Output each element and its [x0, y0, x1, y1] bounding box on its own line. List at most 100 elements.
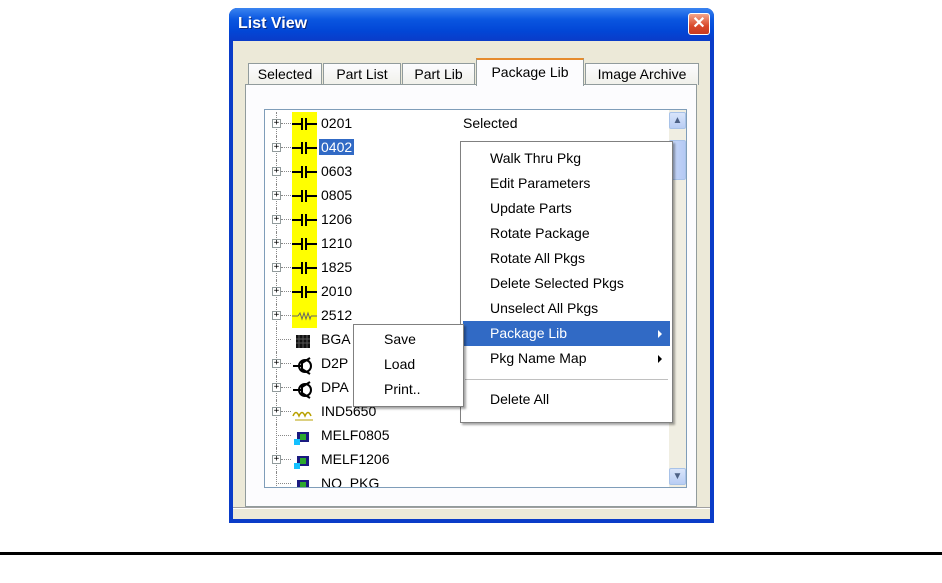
tree-line: [276, 472, 277, 487]
tree-line: [281, 363, 291, 364]
menu-item[interactable]: Edit Parameters: [463, 171, 670, 196]
tree-line: [281, 291, 291, 292]
tree-line: [281, 195, 291, 196]
tree-row[interactable]: + MELF1206: [265, 448, 665, 472]
submenu-arrow-icon: [658, 330, 662, 338]
capacitor-icon: [292, 136, 317, 160]
capacitor-icon: [292, 112, 317, 136]
context-menu: Walk Thru Pkg Edit Parameters Update Parts…: [460, 141, 673, 423]
tree-row[interactable]: NO_PKG: [265, 472, 665, 488]
submenu-item[interactable]: Print..: [356, 377, 461, 402]
expand-icon[interactable]: +: [272, 455, 281, 464]
tree-line: [276, 339, 291, 340]
menu-item[interactable]: Walk Thru Pkg: [463, 146, 670, 171]
tab-image-archive[interactable]: Image Archive: [585, 63, 699, 85]
expand-icon[interactable]: +: [272, 119, 281, 128]
tree-line: [281, 387, 291, 388]
menu-item[interactable]: Rotate All Pkgs: [463, 246, 670, 271]
resistor-icon: [292, 304, 317, 328]
tree-line: [281, 171, 291, 172]
close-button[interactable]: ✕: [688, 13, 710, 35]
submenu-item-label: Save: [384, 331, 416, 347]
tree-row-label: NO_PKG: [321, 475, 380, 488]
close-icon: ✕: [692, 15, 706, 32]
tree-line: [276, 483, 291, 484]
tree-row-label: 1206: [321, 211, 353, 227]
menu-item[interactable]: Update Parts: [463, 196, 670, 221]
tree-line: [281, 219, 291, 220]
expand-icon[interactable]: +: [272, 287, 281, 296]
menu-item-label: Update Parts: [490, 200, 572, 216]
expand-icon[interactable]: +: [272, 359, 281, 368]
menu-item-label: Package Lib: [490, 325, 568, 341]
tree-row-label: 0603: [321, 163, 353, 179]
menu-item-label: Rotate Package: [490, 225, 590, 241]
capacitor-icon: [292, 184, 317, 208]
capacitor-icon: [292, 232, 317, 256]
tree-row-label: MELF0805: [321, 427, 390, 443]
tree-row-label: 0201: [321, 115, 353, 131]
transistor-icon: [291, 354, 315, 375]
scroll-up-button[interactable]: ▲: [669, 112, 686, 129]
submenu-item[interactable]: Load: [356, 352, 461, 377]
window-title: List View: [238, 15, 308, 32]
tree-line: [281, 147, 291, 148]
menu-item[interactable]: Package Lib: [463, 321, 670, 346]
expand-icon[interactable]: +: [272, 383, 281, 392]
menu-separator: [465, 379, 668, 380]
tab-part-lib[interactable]: Part Lib: [402, 63, 475, 85]
capacitor-icon: [292, 256, 317, 280]
arrow-down-icon: ▼: [672, 471, 683, 482]
expand-icon[interactable]: +: [272, 263, 281, 272]
melf-icon: [291, 426, 315, 446]
capacitor-icon: [292, 208, 317, 232]
bottom-rule: [0, 552, 942, 555]
submenu-arrow-icon: [658, 355, 662, 363]
tab-part-list[interactable]: Part List: [323, 63, 401, 85]
tree-row-label: 0805: [321, 187, 353, 203]
menu-item[interactable]: Pkg Name Map: [463, 346, 670, 371]
inductor-icon: [291, 402, 315, 422]
tab-label: Part Lib: [414, 66, 463, 82]
menu-item[interactable]: Delete All: [463, 387, 670, 412]
expand-icon[interactable]: +: [272, 239, 281, 248]
expand-icon[interactable]: +: [272, 167, 281, 176]
tree-row-label: D2P: [321, 355, 349, 371]
tab-package-lib[interactable]: Package Lib: [476, 58, 584, 86]
tab-label: Selected: [257, 66, 313, 82]
tab-label: Image Archive: [597, 66, 687, 82]
tree-row-label: DPA: [321, 379, 349, 395]
melf-icon: [291, 450, 315, 470]
submenu-item-label: Load: [384, 356, 416, 372]
tree-line: [281, 411, 291, 412]
client-divider-highlight: [233, 508, 710, 509]
expand-icon[interactable]: +: [272, 407, 281, 416]
tab-label: Package Lib: [491, 64, 569, 80]
submenu-item[interactable]: Save: [356, 327, 461, 352]
tree-row[interactable]: MELF0805: [265, 424, 665, 448]
tree-row[interactable]: +0201: [265, 112, 665, 136]
capacitor-icon: [292, 160, 317, 184]
menu-item[interactable]: Delete Selected Pkgs: [463, 271, 670, 296]
scroll-down-button[interactable]: ▼: [669, 468, 686, 485]
expand-icon[interactable]: +: [272, 311, 281, 320]
menu-item[interactable]: Rotate Package: [463, 221, 670, 246]
tab-selected[interactable]: Selected: [248, 63, 322, 85]
expand-icon[interactable]: +: [272, 143, 281, 152]
tree-line: [276, 435, 291, 436]
menu-item[interactable]: Unselect All Pkgs: [463, 296, 670, 321]
expand-icon[interactable]: +: [272, 191, 281, 200]
menu-item-label: Walk Thru Pkg: [490, 150, 582, 166]
menu-item-label: Unselect All Pkgs: [490, 300, 599, 316]
title-bar[interactable]: List View ✕: [229, 8, 714, 41]
tree-line: [281, 315, 291, 316]
expand-icon[interactable]: +: [272, 215, 281, 224]
submenu-item-label: Print..: [384, 381, 421, 397]
tree-row-label: BGA: [321, 331, 351, 347]
tree-row-label: 1825: [321, 259, 353, 275]
tree-row-label: 2010: [321, 283, 353, 299]
tree-line: [281, 243, 291, 244]
tree-line: [281, 459, 291, 460]
tree-row-label: 2512: [321, 307, 353, 323]
menu-item-label: Delete All: [490, 391, 550, 407]
